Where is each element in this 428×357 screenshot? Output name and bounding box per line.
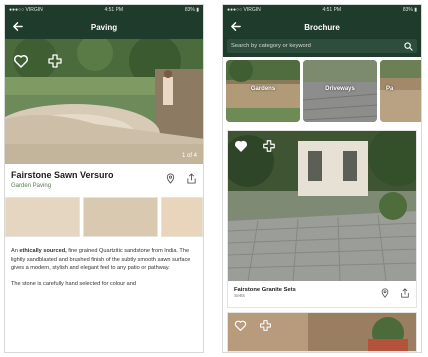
cross-add-icon[interactable] — [259, 319, 272, 332]
cross-add-icon[interactable] — [47, 53, 63, 69]
time-text: 4:51 PM — [322, 7, 342, 13]
product-card-image[interactable] — [228, 131, 416, 281]
brochure-screen: ●●●○○ VIRGIN 4:51 PM 83% ▮ Brochure Gard… — [222, 4, 422, 353]
back-button[interactable] — [227, 18, 243, 34]
map-pin-icon[interactable] — [165, 173, 176, 184]
share-icon[interactable] — [400, 288, 410, 298]
back-button[interactable] — [9, 18, 25, 34]
category-carousel: Gardens Driveways Pa — [223, 57, 421, 125]
product-gallery-image[interactable]: 1 of 4 — [5, 39, 203, 164]
swatch-2[interactable] — [83, 197, 159, 237]
product-description: An ethically sourced, fine grained Quart… — [5, 241, 203, 294]
search-input[interactable] — [231, 43, 404, 49]
battery-text: 83% ▮ — [184, 7, 199, 13]
nav-bar: Brochure — [223, 15, 421, 39]
search-bar — [223, 39, 421, 57]
search-icon[interactable] — [404, 41, 413, 51]
product-card[interactable]: Fairstone Granite Sets Setts — [227, 130, 417, 308]
arrow-left-icon — [230, 21, 241, 31]
description-bold: ethically sourced, — [19, 248, 67, 254]
product-category: Garden Paving — [11, 183, 52, 189]
swatch-strip — [5, 193, 203, 241]
product-card-title: Fairstone Granite Sets — [234, 287, 296, 293]
status-bar: ●●●○○ VIRGIN 4:51 PM 83% ▮ — [223, 5, 421, 15]
nav-bar: Paving — [5, 15, 203, 39]
heart-outline-icon[interactable] — [13, 53, 29, 69]
share-icon[interactable] — [186, 173, 197, 184]
status-bar: ●●●○○ VIRGIN 4:51 PM 83% ▮ — [5, 5, 203, 15]
page-title: Brochure — [304, 22, 340, 32]
description-paragraph-2: The stone is carefully hand selected for… — [11, 280, 136, 287]
product-card-footer: Fairstone Granite Sets Setts — [228, 281, 416, 307]
category-gardens[interactable]: Gardens — [226, 60, 300, 122]
category-patios[interactable]: Pa — [380, 60, 421, 122]
swatch-3[interactable] — [161, 197, 203, 237]
category-driveways[interactable]: Driveways — [303, 60, 377, 122]
product-detail-screen: ●●●○○ VIRGIN 4:51 PM 83% ▮ Paving 1 of 4… — [4, 4, 204, 353]
carrier-text: ●●●○○ VIRGIN — [9, 7, 43, 13]
next-product-card[interactable] — [227, 312, 417, 352]
page-title: Paving — [90, 22, 118, 32]
heart-outline-icon[interactable] — [234, 319, 247, 332]
granite-setts-photo — [228, 131, 416, 281]
category-label: Gardens — [250, 86, 276, 92]
product-card-subtitle: Setts — [234, 294, 245, 299]
cross-add-icon[interactable] — [262, 139, 276, 153]
carrier-text: ●●●○○ VIRGIN — [227, 7, 261, 13]
time-text: 4:51 PM — [104, 7, 124, 13]
product-header: Fairstone Sawn Versuro Garden Paving — [5, 164, 203, 193]
category-label: Driveways — [325, 86, 355, 92]
search-box — [227, 39, 417, 53]
description-paragraph-1: An ethically sourced, fine grained Quart… — [11, 247, 197, 273]
map-pin-icon[interactable] — [380, 288, 390, 298]
heart-filled-icon[interactable] — [234, 139, 248, 153]
product-name: Fairstone Sawn Versuro — [11, 170, 114, 180]
swatch-1[interactable] — [5, 197, 81, 237]
gallery-counter: 1 of 4 — [181, 153, 197, 159]
battery-text: 83% ▮ — [402, 7, 417, 13]
category-label: Pa — [386, 86, 394, 92]
arrow-left-icon — [12, 21, 23, 31]
